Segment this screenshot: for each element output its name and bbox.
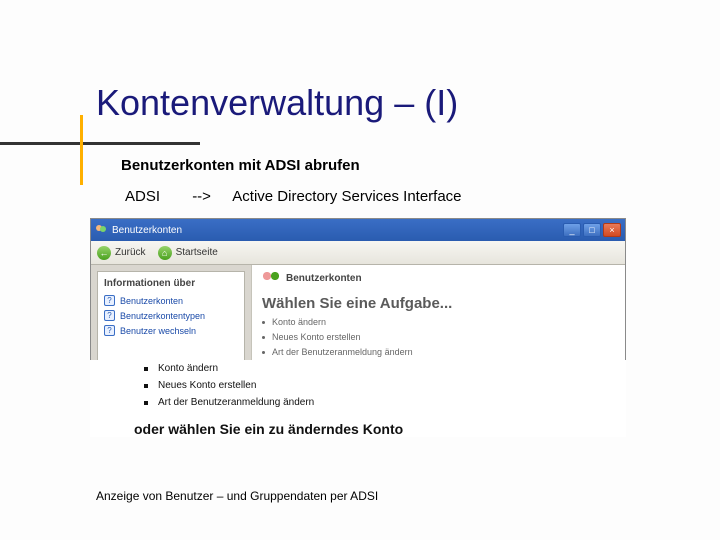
decor-horizontal-line xyxy=(0,142,200,145)
slide-caption: Anzeige von Benutzer – und Gruppendaten … xyxy=(96,489,378,503)
task-label: Neues Konto erstellen xyxy=(158,380,256,391)
task-link[interactable]: Konto ändern xyxy=(262,317,615,327)
side-item-label: Benutzerkontentypen xyxy=(120,311,205,321)
side-item-label: Benutzer wechseln xyxy=(120,326,196,336)
bullet-icon xyxy=(262,336,265,339)
side-item[interactable]: ? Benutzerkonten xyxy=(104,293,238,308)
task-link[interactable]: Art der Benutzeranmeldung ändern xyxy=(262,347,615,357)
bullet-icon xyxy=(262,351,265,354)
app-icon xyxy=(95,224,107,236)
titlebar: Benutzerkonten _ □ × xyxy=(91,219,625,241)
side-item-label: Benutzerkonten xyxy=(120,296,183,306)
back-button[interactable]: ← Zurück xyxy=(97,246,146,260)
task-label: Art der Benutzeranmeldung ändern xyxy=(272,347,413,357)
decor-vertical-line xyxy=(80,115,83,185)
task-link[interactable]: Konto ändern xyxy=(90,360,626,377)
toolbar: ← Zurück ⌂ Startseite xyxy=(91,241,625,265)
bullet-icon xyxy=(144,384,148,388)
back-label: Zurück xyxy=(115,247,146,258)
task-link[interactable]: Art der Benutzeranmeldung ändern xyxy=(90,394,626,411)
home-button[interactable]: ⌂ Startseite xyxy=(158,246,218,260)
side-panel: Informationen über ? Benutzerkonten ? Be… xyxy=(97,271,245,371)
def-expansion: Active Directory Services Interface xyxy=(232,188,461,205)
users-icon xyxy=(262,271,280,285)
help-icon: ? xyxy=(104,310,115,321)
task-label: Neues Konto erstellen xyxy=(272,332,361,342)
definition-line: ADSI --> Active Directory Services Inter… xyxy=(125,188,462,205)
arrow-icon: --> xyxy=(192,188,211,205)
task-label: Konto ändern xyxy=(158,363,218,374)
choose-task-heading: Wählen Sie eine Aufgabe... xyxy=(262,295,615,312)
task-link[interactable]: Neues Konto erstellen xyxy=(262,332,615,342)
category-label: Benutzerkonten xyxy=(286,273,362,284)
slide: Kontenverwaltung – (I) Benutzerkonten mi… xyxy=(0,0,720,540)
minimize-button[interactable]: _ xyxy=(563,223,581,237)
slide-title: Kontenverwaltung – (I) xyxy=(96,82,458,124)
window-buttons: _ □ × xyxy=(563,223,621,237)
task-label: Art der Benutzeranmeldung ändern xyxy=(158,397,314,408)
help-icon: ? xyxy=(104,325,115,336)
help-icon: ? xyxy=(104,295,115,306)
def-term: ADSI xyxy=(125,188,160,205)
task-label: Konto ändern xyxy=(272,317,326,327)
screenshot-window: Benutzerkonten _ □ × ← Zurück ⌂ Startsei… xyxy=(90,218,626,378)
side-item[interactable]: ? Benutzerkontentypen xyxy=(104,308,238,323)
task-link[interactable]: Neues Konto erstellen xyxy=(90,377,626,394)
home-icon: ⌂ xyxy=(158,246,172,260)
bullet-icon xyxy=(262,321,265,324)
or-choose-heading: oder wählen Sie ein zu änderndes Konto xyxy=(90,421,626,437)
side-item[interactable]: ? Benutzer wechseln xyxy=(104,323,238,338)
category-line: Benutzerkonten xyxy=(262,271,615,285)
home-label: Startseite xyxy=(176,247,218,258)
bullet-icon xyxy=(144,401,148,405)
screenshot-underlay: Konto ändern Neues Konto erstellen Art d… xyxy=(90,360,626,437)
bullet-icon xyxy=(144,367,148,371)
back-icon: ← xyxy=(97,246,111,260)
maximize-button[interactable]: □ xyxy=(583,223,601,237)
side-header: Informationen über xyxy=(104,278,238,289)
window-title: Benutzerkonten xyxy=(112,225,182,236)
close-button[interactable]: × xyxy=(603,223,621,237)
slide-subtitle: Benutzerkonten mit ADSI abrufen xyxy=(121,157,360,174)
